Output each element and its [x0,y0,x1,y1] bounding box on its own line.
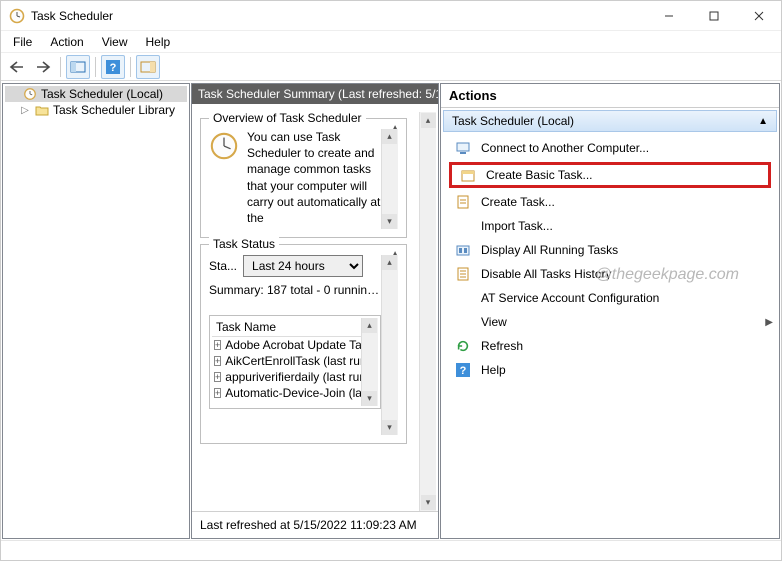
action-disable-history[interactable]: Disable All Tasks History [441,262,779,286]
menu-file[interactable]: File [5,33,40,51]
blank-icon [455,314,471,330]
action-label: AT Service Account Configuration [481,291,659,305]
import-icon [455,218,471,234]
history-icon [455,266,471,282]
tree-child-label: Task Scheduler Library [53,103,175,117]
expand-plus-icon[interactable]: + [214,388,221,398]
task-row[interactable]: + Automatic-Device-Join (las [212,385,361,401]
task-row-label: appuriverifierdaily (last run [225,370,361,384]
window-title: Task Scheduler [31,9,113,23]
menubar: File Action View Help [1,31,781,53]
blank-icon [455,290,471,306]
action-label: Create Task... [481,195,555,209]
help-toolbar-button[interactable]: ? [101,55,125,79]
show-hide-tree-button[interactable] [66,55,90,79]
console-tree[interactable]: Task Scheduler (Local) ▷ Task Scheduler … [2,83,190,539]
summary-pane: Task Scheduler Summary (Last refreshed: … [191,83,439,539]
forward-button[interactable] [31,55,55,79]
show-hide-action-pane-button[interactable] [136,55,160,79]
pane-scrollbar[interactable]: ▴▾ [419,112,436,511]
status-period-select[interactable]: Last 24 hours [243,255,363,277]
expand-plus-icon[interactable]: + [214,372,221,382]
actions-header: Actions [441,84,779,108]
action-label: Create Basic Task... [486,168,593,182]
app-clock-icon [9,8,25,24]
maximize-button[interactable] [691,1,736,30]
tree-root-item[interactable]: Task Scheduler (Local) [5,86,187,102]
window-statusbar [1,540,781,560]
help-icon: ? [455,362,471,378]
action-label: Refresh [481,339,523,353]
expand-plus-icon[interactable]: + [214,356,221,366]
action-import-task[interactable]: Import Task... [441,214,779,238]
scrollbar[interactable]: ▴▾ [381,129,398,229]
action-connect[interactable]: Connect to Another Computer... [441,136,779,160]
action-create-task[interactable]: Create Task... [441,190,779,214]
scrollbar[interactable]: ▴▾ [361,318,378,406]
submenu-arrow-icon: ▶ [765,317,773,328]
action-label: Help [481,363,506,377]
action-label: Connect to Another Computer... [481,141,649,155]
action-refresh[interactable]: Refresh [441,334,779,358]
refresh-icon [455,338,471,354]
task-scheduler-window: Task Scheduler File Action View Help ? T… [0,0,782,561]
svg-text:?: ? [460,365,467,377]
tree-root-label: Task Scheduler (Local) [41,87,163,101]
menu-action[interactable]: Action [42,33,91,51]
action-label: Display All Running Tasks [481,243,618,257]
task-list[interactable]: Task Name + Adobe Acrobat Update Tas + Aik… [209,315,381,409]
status-period-label: Sta... [209,259,237,273]
toolbar: ? [1,53,781,81]
task-row-label: Automatic-Device-Join (las [225,386,361,400]
clock-icon [209,131,239,226]
action-help[interactable]: ? Help [441,358,779,382]
app-clock-icon [23,87,37,101]
actions-list: Connect to Another Computer... Create Ba… [441,134,779,384]
collapse-chevron-icon[interactable]: ▲ [758,116,768,127]
minimize-button[interactable] [646,1,691,30]
action-label: Import Task... [481,219,553,233]
summary-statusbar: Last refreshed at 5/15/2022 11:09:23 AM [192,511,438,538]
body: Task Scheduler (Local) ▷ Task Scheduler … [1,81,781,540]
wizard-icon [460,167,476,183]
computer-icon [455,140,471,156]
actions-group-header[interactable]: Task Scheduler (Local) ▲ [443,110,777,132]
running-tasks-icon [455,242,471,258]
tree-child-item[interactable]: ▷ Task Scheduler Library [5,102,187,118]
svg-text:?: ? [110,62,117,74]
overview-title: Overview of Task Scheduler [209,111,366,125]
task-status-title: Task Status [209,237,279,251]
expand-icon[interactable]: ▷ [19,105,31,116]
menu-view[interactable]: View [94,33,136,51]
actions-pane: Actions Task Scheduler (Local) ▲ Connect… [440,83,780,539]
task-row-label: Adobe Acrobat Update Tas [225,338,361,352]
action-label: Disable All Tasks History [481,267,612,281]
overview-text: You can use Task Scheduler to create and… [247,129,381,226]
summary-header: Task Scheduler Summary (Last refreshed: … [192,84,438,104]
action-create-basic-task[interactable]: Create Basic Task... [449,162,771,188]
folder-icon [35,104,49,116]
status-summary: Summary: 187 total - 0 running,... [209,283,381,297]
action-display-running[interactable]: Display All Running Tasks [441,238,779,262]
actions-group-label: Task Scheduler (Local) [452,114,574,128]
titlebar: Task Scheduler [1,1,781,31]
tasklist-header[interactable]: Task Name [212,318,361,337]
task-row[interactable]: + appuriverifierdaily (last run [212,369,361,385]
task-row[interactable]: + Adobe Acrobat Update Tas [212,337,361,353]
task-row[interactable]: + AikCertEnrollTask (last run [212,353,361,369]
action-label: View [481,315,507,329]
menu-help[interactable]: Help [138,33,179,51]
close-button[interactable] [736,1,781,30]
back-button[interactable] [5,55,29,79]
task-row-label: AikCertEnrollTask (last run [225,354,361,368]
task-status-groupbox: Task Status ▲ Sta... Last 24 hours Summa… [200,244,407,444]
scrollbar[interactable]: ▴▾ [381,255,398,435]
task-icon [455,194,471,210]
action-view[interactable]: View ▶ [441,310,779,334]
overview-groupbox: Overview of Task Scheduler ▲ You can use… [200,118,407,238]
expand-plus-icon[interactable]: + [214,340,221,350]
action-at-service[interactable]: AT Service Account Configuration [441,286,779,310]
